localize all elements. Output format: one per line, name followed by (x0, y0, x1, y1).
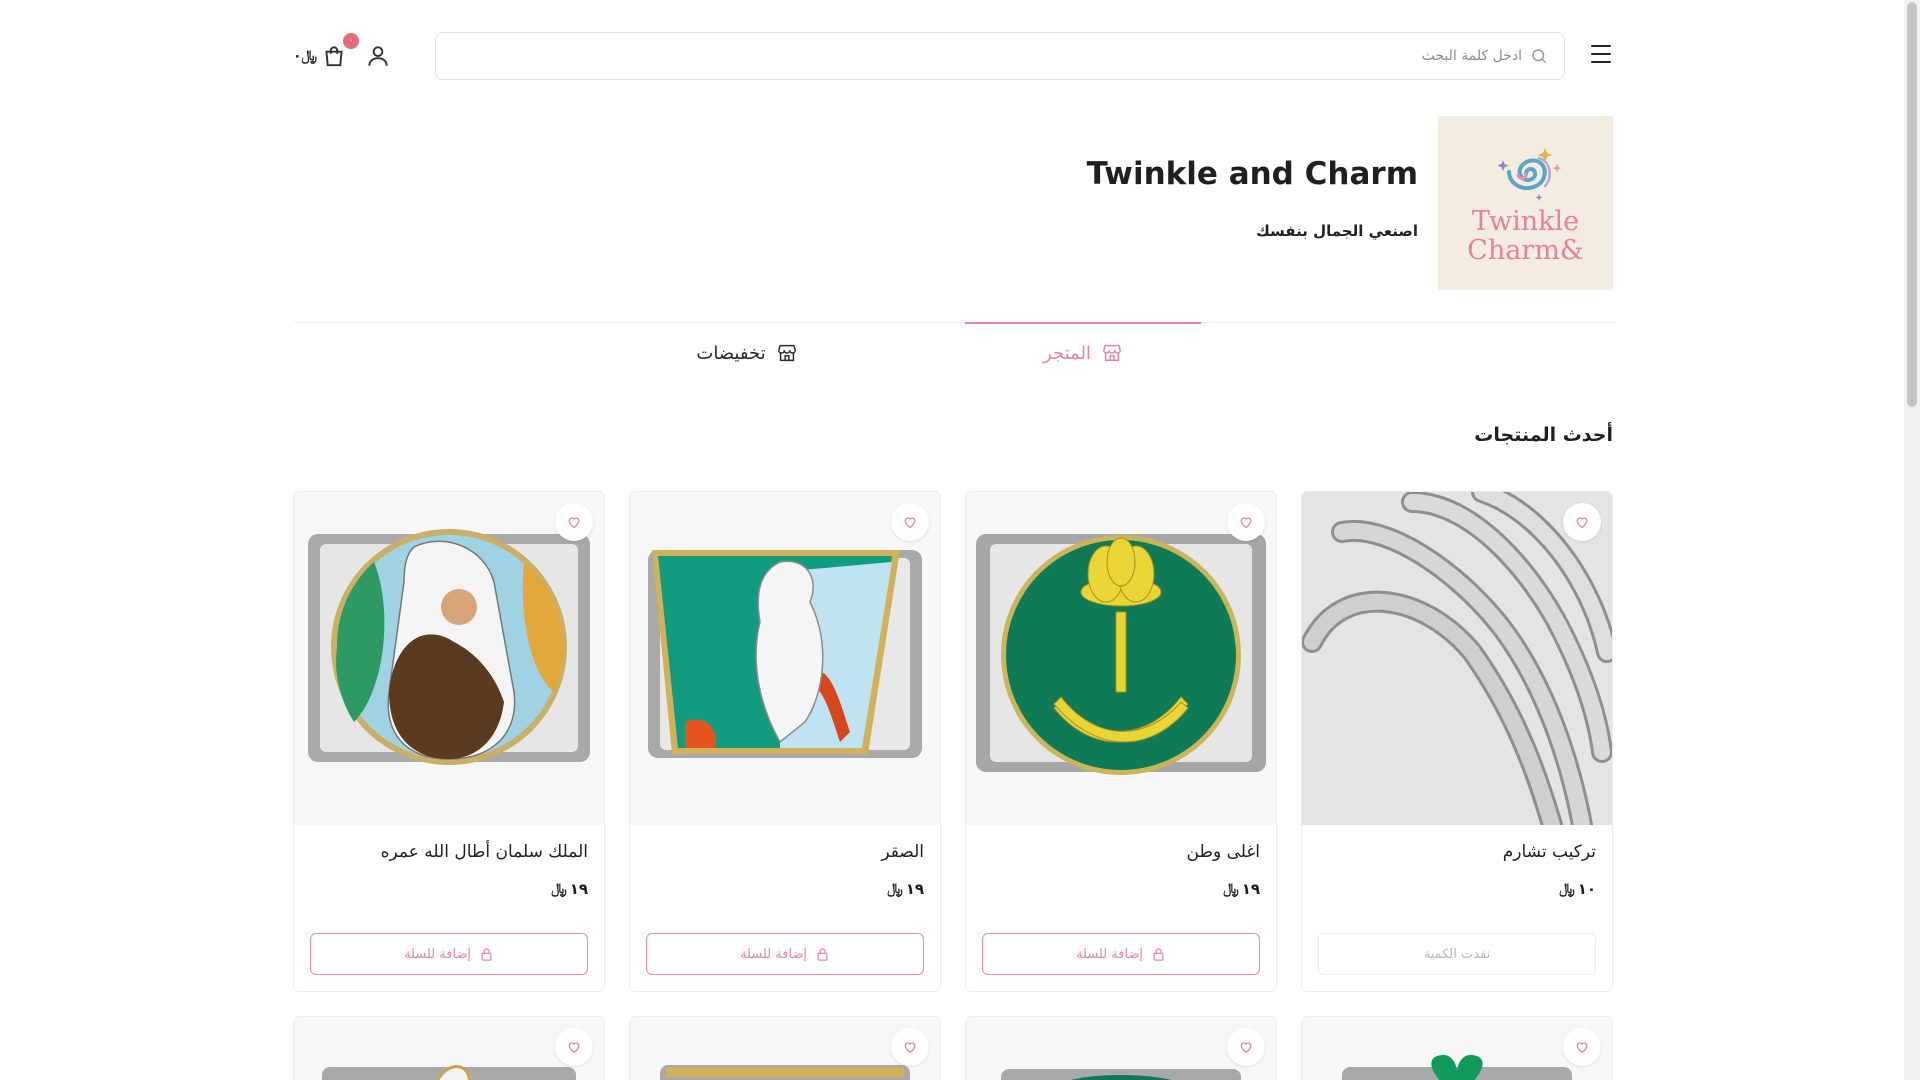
tab-offers-label: تخفيضات (696, 342, 766, 364)
storefront-icon (777, 344, 796, 362)
lock-bag-icon (481, 947, 492, 961)
product-price: ١٩ ﷼ (1223, 880, 1260, 898)
cart-total: ﷼٠ (293, 48, 317, 64)
product-image[interactable] (1302, 492, 1612, 825)
product-image[interactable] (966, 492, 1276, 825)
store-name: Twinkle and Charm (1086, 156, 1418, 192)
wishlist-button[interactable] (891, 1028, 929, 1066)
currency-symbol: ﷼ (301, 48, 318, 64)
heart-icon (1240, 517, 1252, 529)
heart-icon (904, 1042, 916, 1054)
page-scrollbar[interactable] (1904, 0, 1920, 1080)
out-of-stock-button: نفدت الكمية (1318, 933, 1596, 975)
king-salman-charm-image (294, 492, 604, 825)
product-image[interactable] (630, 492, 940, 825)
product-image[interactable] (294, 492, 604, 825)
product-card[interactable] (965, 1016, 1277, 1080)
currency-symbol: ﷼ (1559, 881, 1575, 897)
currency-symbol: ﷼ (1223, 881, 1239, 897)
lock-bag-icon (817, 947, 828, 961)
cart-total-value: ٠ (293, 48, 302, 64)
button-label: نفدت الكمية (1423, 946, 1491, 962)
lock-bag-icon (1153, 947, 1164, 961)
tab-store-label: المتجر (1043, 342, 1091, 364)
site-header: ﷼٠ ٠ (293, 32, 1613, 80)
store-logo: Twinkle &Charm (1438, 116, 1613, 290)
product-card[interactable]: اغلى وطن ١٩ ﷼ إضافة للسلة (965, 491, 1277, 992)
search-icon[interactable] (1530, 47, 1548, 65)
store-tabs: المتجر تخفيضات (293, 322, 1613, 382)
cart-button[interactable]: ﷼٠ ٠ (293, 33, 360, 70)
heart-icon (568, 1042, 580, 1054)
product-card[interactable] (293, 1016, 605, 1080)
currency-symbol: ﷼ (887, 881, 903, 897)
menu-line (1591, 45, 1611, 48)
latest-products-title: أحدث المنتجات (1474, 424, 1613, 446)
add-to-cart-button[interactable]: إضافة للسلة (310, 933, 588, 975)
product-card[interactable] (629, 1016, 941, 1080)
product-card[interactable]: تركيب تشارم ١٠ ﷼ نفدت الكمية (1301, 491, 1613, 992)
product-price-value: ١٠ (1577, 880, 1596, 898)
product-price: ١٩ ﷼ (551, 880, 588, 898)
product-name[interactable]: اغلى وطن (1187, 842, 1261, 862)
storefront-icon (1102, 344, 1121, 362)
product-card[interactable]: الصقر ١٩ ﷼ إضافة للسلة (629, 491, 941, 992)
falcon-charm-image (630, 492, 940, 825)
logo-text-line-2: &Charm (1467, 235, 1584, 266)
add-to-cart-button[interactable]: إضافة للسلة (982, 933, 1260, 975)
heart-icon (904, 517, 916, 529)
product-price: ١٠ ﷼ (1559, 880, 1596, 898)
hamburger-menu-button[interactable] (1589, 42, 1613, 66)
product-name[interactable]: الملك سلمان أطال الله عمره (381, 842, 588, 862)
currency-symbol: ﷼ (551, 881, 567, 897)
logo-text-line-1: Twinkle (1471, 206, 1580, 237)
heart-icon (568, 517, 580, 529)
store-slogan: اصنعي الجمال بنفسك (1256, 222, 1418, 240)
wishlist-button[interactable] (1227, 1028, 1265, 1066)
heart-icon (1240, 1042, 1252, 1054)
scrollbar-thumb[interactable] (1907, 2, 1917, 407)
product-price: ١٩ ﷼ (887, 880, 924, 898)
account-button[interactable] (365, 43, 391, 69)
tab-store[interactable]: المتجر (965, 322, 1201, 382)
shopping-bag-icon (325, 46, 343, 67)
search-input[interactable] (452, 48, 1522, 64)
product-price-value: ١٩ (1241, 880, 1260, 898)
menu-line (1591, 60, 1611, 63)
product-card[interactable] (1301, 1016, 1613, 1080)
wishlist-button[interactable] (555, 1028, 593, 1066)
product-card[interactable]: الملك سلمان أطال الله عمره ١٩ ﷼ إضافة للس… (293, 491, 605, 992)
wishlist-button[interactable] (891, 503, 929, 541)
add-to-cart-button[interactable]: إضافة للسلة (646, 933, 924, 975)
product-price-value: ١٩ (905, 880, 924, 898)
user-icon (368, 46, 388, 66)
wishlist-button[interactable] (1563, 1028, 1601, 1066)
menu-line (1591, 52, 1611, 56)
product-price-value: ١٩ (569, 880, 588, 898)
cart-count-badge: ٠ (343, 33, 360, 49)
search-bar[interactable] (435, 32, 1565, 80)
button-label: إضافة للسلة (739, 946, 808, 962)
cart-icon-wrap: ٠ (321, 33, 360, 69)
tab-offers[interactable]: تخفيضات (629, 323, 865, 383)
product-name[interactable]: الصقر (881, 842, 924, 862)
charm-bracelets-image (1302, 492, 1612, 825)
heart-icon (1576, 517, 1588, 529)
saudi-emblem-charm-image (966, 492, 1276, 825)
wishlist-button[interactable] (1563, 503, 1601, 541)
heart-icon (1576, 1042, 1588, 1054)
wishlist-button[interactable] (555, 503, 593, 541)
product-name[interactable]: تركيب تشارم (1503, 842, 1596, 862)
spiral-star-logo-icon (1496, 148, 1561, 201)
wishlist-button[interactable] (1227, 503, 1265, 541)
button-label: إضافة للسلة (403, 946, 472, 962)
button-label: إضافة للسلة (1075, 946, 1144, 962)
